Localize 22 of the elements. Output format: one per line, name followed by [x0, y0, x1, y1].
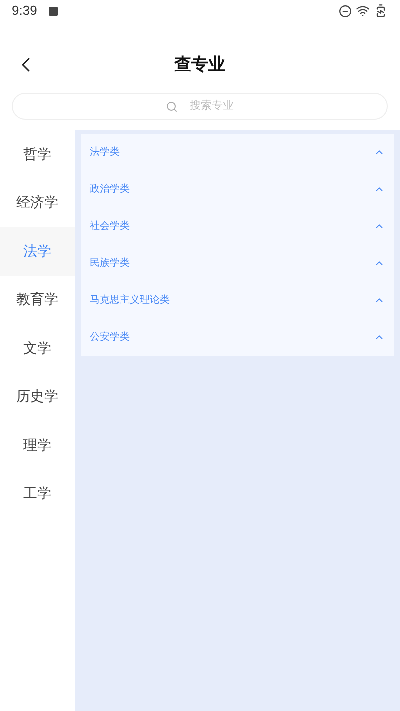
page-title: 查专业 [174, 54, 226, 76]
search-placeholder: 搜索专业 [190, 98, 234, 114]
category-label: 公安学类 [90, 330, 130, 345]
category-label: 马克思主义理论类 [90, 294, 170, 308]
category-row[interactable]: 民族学类 [81, 245, 394, 282]
category-label: 社会学类 [90, 220, 130, 234]
notification-icon [49, 6, 58, 16]
do-not-disturb-icon [339, 4, 352, 18]
search-icon [166, 100, 178, 112]
category-row[interactable]: 法学类 [81, 134, 394, 171]
category-row[interactable]: 公安学类 [81, 319, 394, 356]
category-row[interactable]: 政治学类 [81, 171, 394, 208]
search-field[interactable]: 搜索专业 [12, 93, 388, 120]
category-label: 民族学类 [90, 256, 130, 271]
battery-icon [374, 4, 388, 18]
sidebar-item[interactable]: 法学 [0, 227, 75, 276]
status-time: 9:39 [12, 2, 38, 20]
category-row[interactable]: 马克思主义理论类 [81, 282, 394, 319]
category-row[interactable]: 社会学类 [81, 208, 394, 245]
wifi-icon [356, 4, 370, 18]
category-label: 政治学类 [90, 182, 130, 197]
category-label: 法学类 [90, 146, 120, 160]
